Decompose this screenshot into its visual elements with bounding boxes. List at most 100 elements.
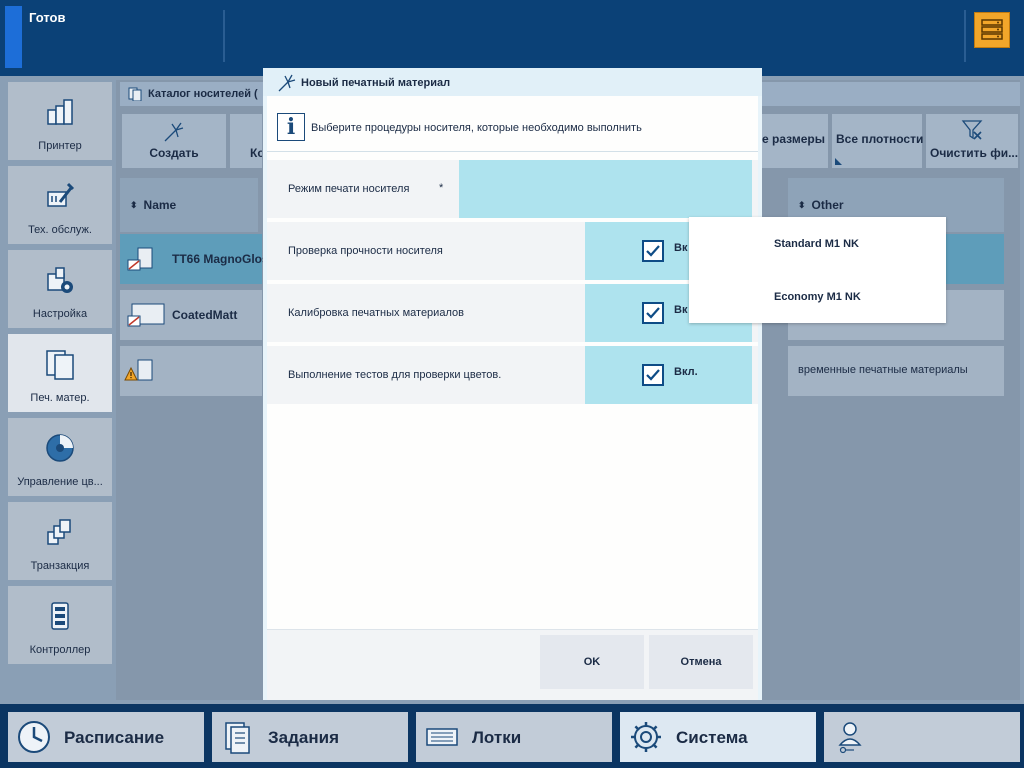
toggle-state-label: Вк — [674, 304, 688, 316]
column-header-name[interactable]: ⬍ Name — [120, 178, 258, 232]
media-item-icon — [127, 247, 153, 271]
tray-icon — [426, 728, 458, 746]
check-icon — [646, 245, 660, 257]
nav-label: Тех. обслуж. — [28, 224, 92, 236]
tab-schedule[interactable]: Расписание — [8, 712, 204, 762]
nav-item-media[interactable]: Печ. матер. — [8, 334, 112, 412]
gear-icon — [631, 722, 661, 752]
status-indicator — [5, 6, 22, 68]
printer-status-text: Готов — [29, 10, 66, 25]
dropdown-option-standard[interactable]: Standard M1 NK — [689, 217, 946, 270]
dialog-title: Новый печатный материал — [301, 77, 451, 89]
table-cell-other[interactable]: временные печатные материалы — [788, 346, 1004, 396]
media-strength-label: Проверка прочности носителя — [288, 245, 443, 257]
all-sizes-button[interactable]: е размеры — [758, 114, 828, 168]
table-row[interactable]: TT66 MagnoGlos — [120, 234, 269, 284]
nav-item-settings[interactable]: Настройка — [8, 250, 112, 328]
top-status-bar: Готов — [0, 0, 1024, 76]
tab-label: Лотки — [472, 728, 522, 747]
media-item-icon — [127, 303, 165, 327]
column-header-label: Other — [811, 198, 844, 212]
transaction-icon — [47, 519, 71, 545]
toolbar-button-copy[interactable]: Ко — [230, 114, 262, 168]
nav-item-printer[interactable]: Принтер — [8, 82, 112, 160]
clear-filter-button[interactable]: Очистить фи... — [926, 114, 1018, 168]
tab-label: Задания — [268, 728, 339, 747]
catalog-title: Каталог носителей ( — [148, 88, 258, 100]
left-navigation: Принтер Тех. обслуж. Настройка Печ. мате… — [8, 82, 114, 698]
nav-item-transaction[interactable]: Транзакция — [8, 502, 112, 580]
create-label: Создать — [149, 146, 199, 160]
user-key-icon — [838, 722, 862, 754]
cancel-label: Отмена — [680, 656, 722, 668]
table-row[interactable]: CoatedMatt — [120, 290, 262, 340]
dialog-title-bar: Новый печатный материал — [263, 68, 762, 96]
new-media-dialog: Новый печатный материал i Выберите проце… — [263, 68, 762, 700]
media-icon — [46, 350, 74, 380]
color-test-toggle[interactable]: Вкл. — [585, 346, 752, 404]
create-button[interactable]: Создать — [122, 114, 226, 168]
nav-label: Печ. матер. — [30, 392, 90, 404]
status-divider — [964, 10, 966, 62]
dropdown-option-label: Economy M1 NK — [774, 290, 861, 303]
divider — [267, 151, 758, 152]
sparkle-icon — [164, 122, 184, 142]
all-sizes-label: е размеры — [762, 132, 825, 146]
clear-filter-icon — [961, 120, 983, 140]
nav-label: Транзакция — [30, 560, 90, 572]
settings-gear-icon — [47, 267, 73, 293]
print-mode-row: Режим печати носителя * — [267, 160, 758, 218]
media-strength-checkbox[interactable] — [642, 240, 664, 262]
color-test-row: Выполнение тестов для проверки цветов. В… — [267, 346, 758, 404]
controller-icon — [51, 602, 69, 630]
tab-label: Расписание — [64, 728, 165, 747]
cancel-button[interactable]: Отмена — [649, 635, 753, 689]
sparkle-icon — [278, 74, 296, 92]
print-mode-label: Режим печати носителя — [288, 183, 410, 195]
media-other: временные печатные материалы — [798, 364, 968, 376]
nav-item-controller[interactable]: Контроллер — [8, 586, 112, 664]
info-icon: i — [277, 113, 305, 141]
media-name: CoatedMatt — [172, 308, 238, 322]
user-login-button[interactable] — [824, 712, 1020, 762]
media-calibration-label: Калибровка печатных материалов — [288, 307, 464, 319]
warning-icon — [124, 359, 153, 381]
nav-label: Принтер — [38, 140, 82, 152]
all-weights-button[interactable]: Все плотности — [832, 114, 924, 168]
wrench-icon — [47, 182, 75, 207]
print-mode-dropdown: Standard M1 NK Economy M1 NK — [689, 217, 946, 323]
color-test-checkbox[interactable] — [642, 364, 664, 386]
all-weights-label: Все плотности — [836, 132, 924, 146]
ok-button[interactable]: OK — [540, 635, 644, 689]
tab-jobs[interactable]: Задания — [212, 712, 408, 762]
print-mode-select[interactable] — [459, 160, 752, 218]
required-mark: * — [439, 182, 444, 194]
status-divider — [223, 10, 225, 62]
tab-label: Система — [676, 728, 748, 747]
tab-trays[interactable]: Лотки — [416, 712, 612, 762]
nav-item-maintenance[interactable]: Тех. обслуж. — [8, 166, 112, 244]
color-wheel-icon — [46, 434, 74, 462]
printer-icon — [47, 99, 73, 125]
sort-arrows-icon: ⬍ — [798, 199, 806, 210]
tab-system[interactable]: Система — [620, 712, 816, 762]
dropdown-option-economy[interactable]: Economy M1 NK — [689, 270, 946, 323]
nav-item-color-management[interactable]: Управление цв... — [8, 418, 112, 496]
catalog-icon — [128, 87, 142, 101]
nav-label: Настройка — [32, 308, 88, 320]
table-row[interactable] — [120, 346, 262, 396]
dropdown-option-label: Standard M1 NK — [774, 237, 859, 250]
toggle-state-label: Вк — [674, 242, 688, 254]
toggle-state-label: Вкл. — [674, 366, 698, 378]
dialog-body: i Выберите процедуры носителя, которые н… — [267, 96, 758, 696]
sort-arrows-icon: ⬍ — [130, 199, 138, 210]
check-icon — [646, 369, 660, 381]
media-name: TT66 MagnoGlos — [172, 252, 269, 266]
server-status-icon — [981, 19, 1003, 40]
media-calibration-checkbox[interactable] — [642, 302, 664, 324]
check-icon — [646, 307, 660, 319]
nav-label: Контроллер — [29, 644, 91, 656]
column-header-label: Name — [143, 198, 177, 212]
server-status-button[interactable] — [974, 12, 1010, 48]
document-icon — [225, 722, 250, 754]
